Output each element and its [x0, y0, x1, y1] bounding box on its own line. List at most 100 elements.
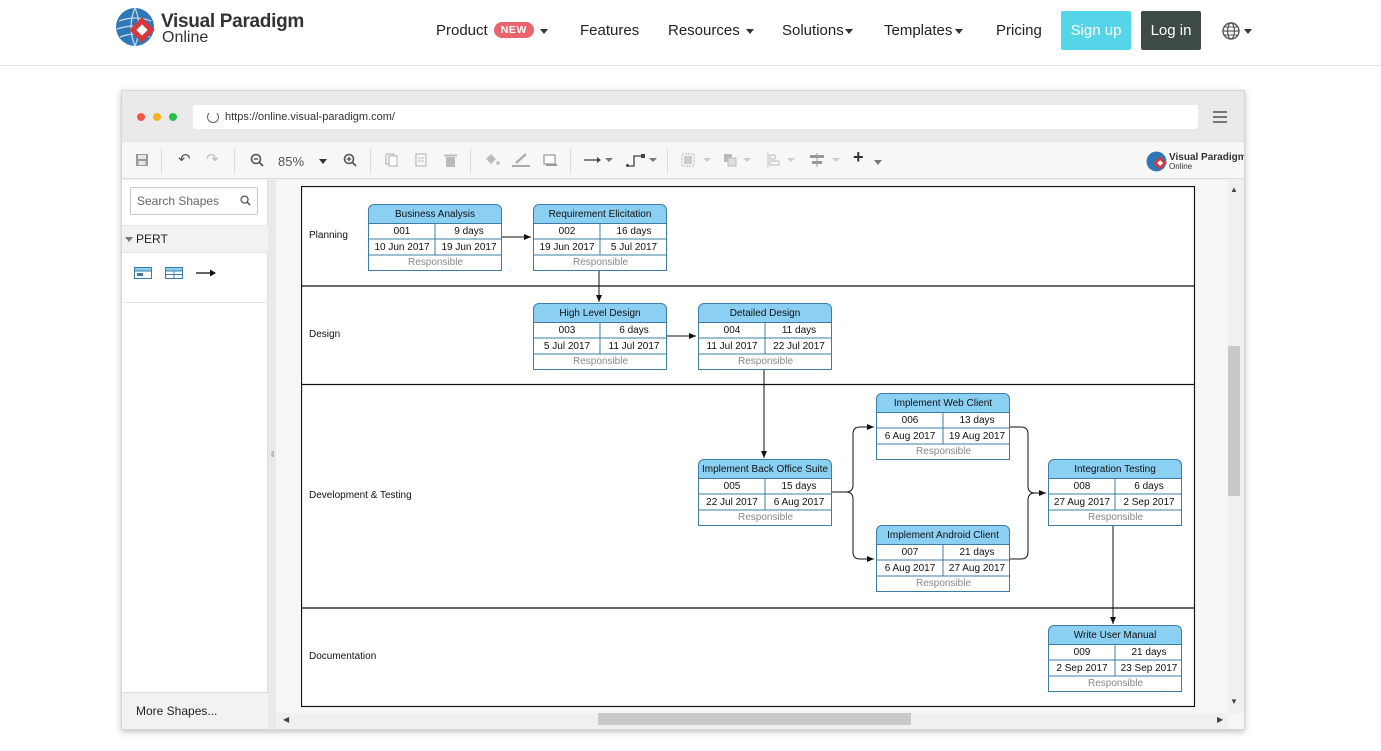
- task-start-date: 27 Aug 2017: [1053, 497, 1111, 508]
- url-text: https://online.visual-paradigm.com/: [225, 111, 395, 123]
- nav-solutions[interactable]: Solutions: [782, 22, 853, 39]
- nav-features[interactable]: Features: [580, 22, 639, 39]
- logo-globe-icon: [116, 7, 155, 47]
- task-id: 007: [901, 547, 919, 558]
- task-node[interactable]: Integration Testing 008 6 days 27 Aug 20…: [1048, 459, 1182, 526]
- delete-icon[interactable]: [444, 153, 457, 169]
- menu-icon[interactable]: [1213, 111, 1227, 123]
- task-node[interactable]: Detailed Design 004 11 days 11 Jul 2017 …: [698, 303, 832, 370]
- task-node[interactable]: Requirement Elicitation 002 16 days 19 J…: [533, 204, 667, 271]
- undo-icon[interactable]: ↶: [178, 152, 191, 167]
- search-icon[interactable]: [240, 195, 251, 206]
- align-icon[interactable]: [767, 153, 799, 169]
- fill-color-icon[interactable]: [484, 153, 500, 169]
- nav-resources[interactable]: Resources: [668, 22, 754, 39]
- save-icon[interactable]: [135, 153, 149, 169]
- task-start-date: 22 Jul 2017: [706, 497, 758, 508]
- mini-logo-icon: [1146, 151, 1167, 172]
- task-node[interactable]: Implement Back Office Suite 005 15 days …: [698, 459, 832, 526]
- more-shapes-button[interactable]: More Shapes...: [122, 692, 268, 729]
- top-navigation: Visual Paradigm Online Product NEW Featur…: [0, 0, 1381, 66]
- waypoint-style-icon[interactable]: [626, 153, 658, 169]
- dependency-connectors: [501, 234, 1116, 624]
- pert-category-header[interactable]: PERT: [122, 225, 268, 253]
- shape-sidebar: Search Shapes PERT More Shapes...: [122, 180, 268, 729]
- splitter-grip-icon[interactable]: ‖: [271, 450, 274, 459]
- pert-diagram[interactable]: Planning Design Development & Testing Do…: [301, 186, 1196, 708]
- more-shapes-label: More Shapes...: [136, 704, 218, 718]
- task-node-body: 001 9 days 10 Jun 2017 19 Jun 2017 Respo…: [368, 224, 502, 271]
- zoom-out-icon[interactable]: [250, 153, 264, 169]
- pert-node-shape-icon[interactable]: [134, 267, 152, 279]
- scroll-right-icon[interactable]: ▶: [1217, 715, 1223, 724]
- task-node[interactable]: Implement Web Client 006 13 days 6 Aug 2…: [876, 393, 1010, 460]
- signup-button[interactable]: Sign up: [1061, 11, 1131, 50]
- pert-table-shape-icon[interactable]: [165, 267, 183, 279]
- minimize-dot-icon: [153, 113, 161, 121]
- task-start-date: 10 Jun 2017: [374, 242, 430, 253]
- insert-plus-icon[interactable]: +: [853, 148, 864, 166]
- paste-icon[interactable]: [415, 153, 427, 169]
- zoom-in-icon[interactable]: [343, 153, 357, 169]
- browser-title-bar: https://online.visual-paradigm.com/: [122, 91, 1244, 141]
- task-node[interactable]: Write User Manual 009 21 days 2 Sep 2017…: [1048, 625, 1182, 692]
- chevron-down-icon[interactable]: [874, 160, 882, 165]
- distribute-icon[interactable]: [808, 153, 842, 169]
- nav-resources-label: Resources: [668, 22, 740, 39]
- task-responsible: Responsible: [1087, 678, 1144, 689]
- language-selector[interactable]: [1222, 21, 1256, 41]
- task-duration: 6 days: [1134, 481, 1164, 492]
- nav-templates[interactable]: Templates: [884, 22, 964, 39]
- lane-label-design: Design: [309, 329, 341, 340]
- task-node[interactable]: High Level Design 003 6 days 5 Jul 2017 …: [533, 303, 667, 370]
- chevron-down-icon: [955, 28, 964, 34]
- line-color-icon[interactable]: [512, 153, 530, 169]
- zoom-level[interactable]: 85%: [278, 154, 304, 169]
- task-name: Implement Web Client: [876, 393, 1010, 413]
- lane-label-planning: Planning: [309, 230, 348, 241]
- task-responsible: Responsible: [737, 356, 794, 367]
- nav-pricing-label: Pricing: [996, 22, 1042, 39]
- task-end-date: 19 Jun 2017: [441, 242, 497, 253]
- horizontal-scroll-thumb[interactable]: [598, 713, 911, 725]
- chevron-down-icon[interactable]: [319, 159, 327, 164]
- task-node-body: 007 21 days 6 Aug 2017 27 Aug 2017 Respo…: [876, 545, 1010, 592]
- task-node-body: 003 6 days 5 Jul 2017 11 Jul 2017 Respon…: [533, 323, 667, 370]
- shadow-icon[interactable]: [543, 153, 558, 169]
- vertical-scroll-thumb[interactable]: [1228, 346, 1240, 496]
- copy-icon[interactable]: [385, 153, 398, 169]
- toolbar-divider: [667, 148, 668, 174]
- address-bar[interactable]: https://online.visual-paradigm.com/: [193, 105, 1198, 129]
- scroll-down-icon[interactable]: ▼: [1230, 697, 1238, 706]
- task-end-date: 5 Jul 2017: [610, 242, 658, 253]
- task-duration: 21 days: [1131, 647, 1167, 658]
- redo-icon[interactable]: ↷: [206, 152, 219, 167]
- globe-icon: [1222, 22, 1240, 40]
- scroll-left-icon[interactable]: ◀: [283, 715, 289, 724]
- search-shapes-input[interactable]: Search Shapes: [130, 187, 258, 215]
- connector-style-icon[interactable]: [584, 153, 614, 169]
- task-name: Detailed Design: [698, 303, 832, 323]
- scroll-up-icon[interactable]: ▲: [1230, 185, 1238, 194]
- nav-product[interactable]: Product NEW: [436, 22, 548, 39]
- pert-shape-palette: [122, 253, 268, 303]
- arrange-icon[interactable]: [723, 153, 755, 169]
- arrow-connector-shape-icon[interactable]: [196, 268, 216, 278]
- toolbar-divider: [570, 148, 571, 174]
- task-node[interactable]: Implement Android Client 007 21 days 6 A…: [876, 525, 1010, 592]
- task-duration: 16 days: [616, 226, 652, 237]
- task-duration: 11 days: [781, 325, 817, 336]
- task-duration: 9 days: [454, 226, 484, 237]
- chevron-down-icon: [745, 28, 754, 34]
- task-id: 004: [723, 325, 741, 336]
- reload-icon[interactable]: [207, 111, 219, 123]
- chevron-down-icon: [1244, 29, 1252, 34]
- task-name: Write User Manual: [1048, 625, 1182, 645]
- group-icon[interactable]: [681, 153, 713, 169]
- login-button[interactable]: Log in: [1141, 11, 1201, 50]
- task-start-date: 11 Jul 2017: [706, 341, 758, 352]
- nav-pricing[interactable]: Pricing: [996, 22, 1042, 39]
- maximize-dot-icon: [169, 113, 177, 121]
- visual-paradigm-logo[interactable]: Visual Paradigm Online: [115, 7, 305, 51]
- task-node[interactable]: Business Analysis 001 9 days 10 Jun 2017…: [368, 204, 502, 271]
